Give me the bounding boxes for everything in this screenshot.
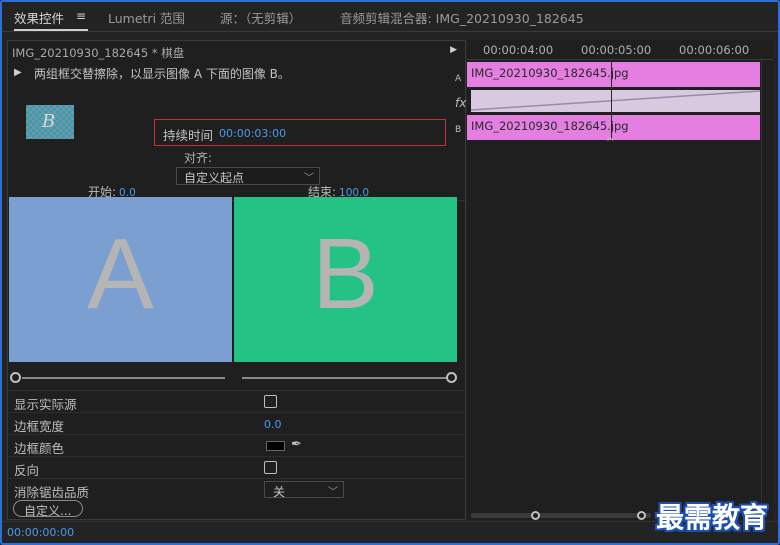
preview-a-letter: A xyxy=(87,218,154,330)
start-slider-handle[interactable] xyxy=(10,372,21,383)
transition-description: 两组框交替擦除，以显示图像 A 下面的图像 B。 xyxy=(34,67,290,81)
expand-arrow-icon[interactable]: ▶ xyxy=(450,45,457,55)
playhead[interactable] xyxy=(611,60,612,140)
track-b-label: B xyxy=(455,125,462,135)
watermark-logo: 最需教育 xyxy=(656,501,769,534)
prop-label: 反向 xyxy=(14,463,40,478)
transition-ramp xyxy=(470,90,761,111)
prop-show-actual-sources: 显示实际源 xyxy=(8,390,465,412)
prop-label: 显示实际源 xyxy=(14,397,77,412)
effect-controls-panel: IMG_20210930_182645 * 棋盘 ▶ ▶ 两组框交替擦除，以显示… xyxy=(7,40,466,520)
scroll-handle-left[interactable] xyxy=(531,511,540,520)
fx-icon[interactable]: fx xyxy=(455,96,466,110)
timecode[interactable]: 00:00:00:00 xyxy=(7,526,74,539)
tab-lumetri[interactable]: Lumetri 范围 xyxy=(108,8,185,27)
thumbnail-b-glyph: B xyxy=(42,111,56,132)
transition-bar[interactable] xyxy=(470,90,761,112)
custom-button-label: 自定义... xyxy=(24,504,72,518)
prop-anti-aliasing: 消除锯齿品质 关 ﹀ xyxy=(8,478,465,500)
duration-field[interactable]: 持续时间 00:00:03:00 xyxy=(154,119,446,146)
prop-label: 边框宽度 xyxy=(14,419,65,434)
transition-thumbnail: B xyxy=(26,105,74,139)
tabs-divider xyxy=(2,31,778,32)
show-actual-sources-checkbox[interactable] xyxy=(264,395,277,408)
preview-b-letter: B xyxy=(312,218,379,330)
properties-list: 显示实际源 边框宽度 0.0 边框颜色 ✒ 反向 消除锯齿品质 关 ﹀ xyxy=(8,390,465,500)
play-transition-icon[interactable]: ▶ xyxy=(14,67,22,78)
prop-label: 边框颜色 xyxy=(14,441,65,456)
ruler-tick: 00:00:05:00 xyxy=(581,43,652,57)
panel-menu-icon[interactable]: ≡ xyxy=(76,9,86,23)
custom-button[interactable]: 自定义... xyxy=(13,500,83,518)
ruler-tick: 00:00:06:00 xyxy=(679,43,750,57)
prop-border-width: 边框宽度 0.0 xyxy=(8,412,465,434)
preview-b: B xyxy=(234,197,457,362)
duration-value[interactable]: 00:00:03:00 xyxy=(219,127,286,140)
clip-a[interactable]: IMG_20210930_182645.jpg xyxy=(467,62,760,87)
time-ruler[interactable]: 00:00:04:00 00:00:05:00 00:00:06:00 xyxy=(467,40,773,60)
panel-tabs: 效果控件 ≡ Lumetri 范围 源：（无剪辑） 音频剪辑混合器: IMG_2… xyxy=(2,2,778,32)
anti-aliasing-value: 关 xyxy=(273,485,286,499)
track-a-label: A xyxy=(455,74,462,84)
transition-info: ▶ 两组框交替擦除，以显示图像 A 下面的图像 B。 B 持续时间 00:00:… xyxy=(8,61,465,201)
prop-reverse: 反向 xyxy=(8,456,465,478)
border-color-swatch[interactable] xyxy=(266,441,285,451)
end-slider-track[interactable] xyxy=(242,377,446,379)
clip-a-name: IMG_20210930_182645.jpg xyxy=(471,66,629,80)
anti-aliasing-select[interactable]: 关 ﹀ xyxy=(264,481,344,499)
timeline-panel: 00:00:04:00 00:00:05:00 00:00:06:00 A fx… xyxy=(455,40,773,520)
playhead-caret-icon: ^ xyxy=(606,137,615,148)
clip-header: IMG_20210930_182645 * 棋盘 xyxy=(12,46,185,60)
horizontal-scrollbar[interactable] xyxy=(471,513,651,518)
preview-a: A xyxy=(9,197,232,362)
border-width-value[interactable]: 0.0 xyxy=(264,418,282,431)
eyedropper-icon[interactable]: ✒ xyxy=(291,437,302,452)
scroll-handle-right[interactable] xyxy=(637,511,646,520)
vertical-scrollbar[interactable] xyxy=(761,60,771,510)
clip-b-name: IMG_20210930_182645.jpg xyxy=(471,119,629,133)
prop-border-color: 边框颜色 ✒ xyxy=(8,434,465,456)
ruler-tick: 00:00:04:00 xyxy=(483,43,554,57)
reverse-checkbox[interactable] xyxy=(264,461,277,474)
prop-label: 消除锯齿品质 xyxy=(14,485,90,500)
alignment-label: 对齐: xyxy=(184,151,213,165)
chevron-down-icon: ﹀ xyxy=(328,487,338,498)
duration-label: 持续时间 xyxy=(163,128,214,143)
ab-labels: 开始: 0.0 结束: 100.0 xyxy=(8,183,465,199)
end-slider-handle[interactable] xyxy=(446,372,457,383)
start-slider-track[interactable] xyxy=(22,377,225,379)
tab-effect-controls[interactable]: 效果控件 xyxy=(14,8,64,27)
chevron-down-icon: ﹀ xyxy=(304,173,314,184)
tab-audio-mixer[interactable]: 音频剪辑混合器: IMG_20210930_182645 xyxy=(340,8,584,27)
tab-source[interactable]: 源：（无剪辑） xyxy=(220,8,301,27)
